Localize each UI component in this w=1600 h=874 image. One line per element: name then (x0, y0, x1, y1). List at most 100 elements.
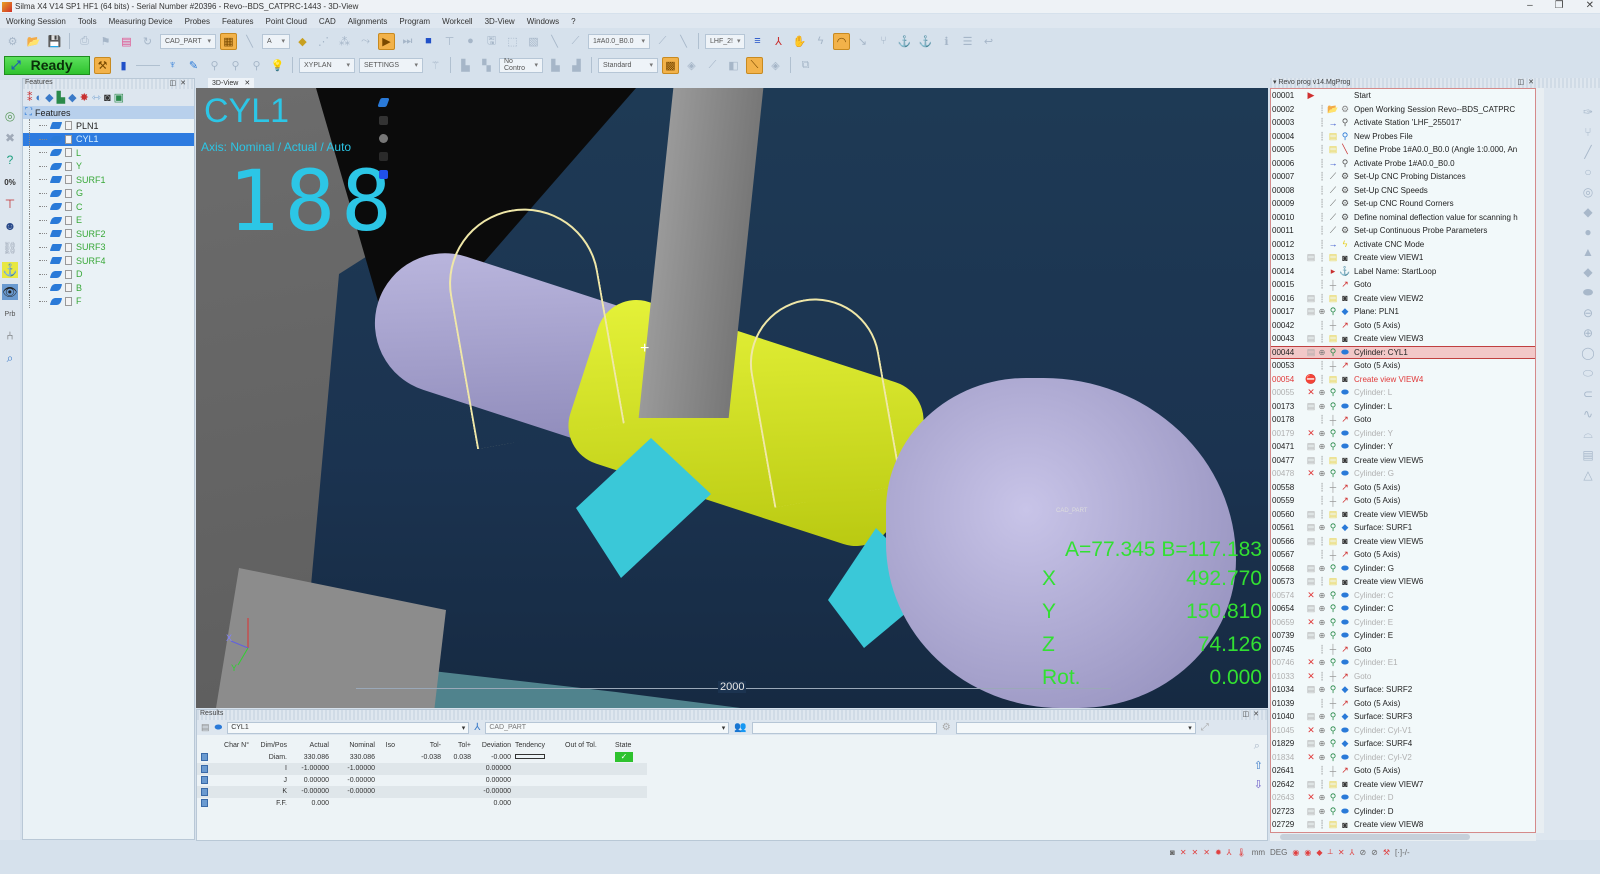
column-header[interactable]: Iso (377, 742, 397, 749)
status-alignment-icon[interactable]: ⅄ (1350, 848, 1355, 857)
probe-head-icon[interactable]: ♆ (164, 57, 181, 74)
variable-icon[interactable]: ℹ (938, 33, 955, 50)
expand-toggle-icon[interactable]: ⊕ (1317, 388, 1327, 397)
menu-item[interactable]: Features (222, 17, 254, 26)
program-line[interactable]: 00567 ┊ ┼ ↗ Goto (5 Axis) (1271, 548, 1535, 562)
expand-icon[interactable]: ⤢ (1201, 722, 1209, 733)
column-header[interactable]: Tendency (513, 742, 563, 749)
probe-angle-icon[interactable]: ⟋ (654, 33, 671, 50)
feature-tree-item[interactable]: PLN1 (23, 119, 194, 133)
anchor-loop-icon[interactable]: ⚓ (917, 33, 934, 50)
probe-change-icon[interactable]: ⚒ (94, 56, 111, 74)
zoom-view-icon[interactable]: ⌕ (2, 350, 18, 366)
pin-icon[interactable]: ◫ (1518, 79, 1529, 86)
scrollbar-thumb[interactable] (1280, 834, 1470, 840)
program-line[interactable]: 00006 ┊ → ⚲ Activate Probe 1#A0.0_B0.0 (1271, 157, 1535, 171)
filter-select-2[interactable]: ▾ (955, 721, 1196, 734)
standard-combo[interactable]: Standard ▾ (598, 57, 658, 73)
subprogram-icon[interactable]: ↩ (980, 33, 997, 50)
branch-tool-icon[interactable]: ⑂ (1584, 125, 1591, 139)
probe-icon[interactable] (379, 116, 388, 125)
program-line[interactable]: 00560 ▤ ┊ ▤ ◙ Create view VIEW5b (1271, 508, 1535, 522)
results-row[interactable]: I -1.00000 -1.00000 0.00000 (197, 763, 647, 775)
step-icon[interactable] (379, 152, 388, 161)
new-icon[interactable]: ⚙ (4, 33, 21, 50)
feature-tree-item[interactable]: D (23, 267, 194, 282)
status-probe-icon[interactable]: ◙ (1170, 848, 1175, 857)
speed-slider-track[interactable] (136, 64, 160, 66)
control-combo[interactable]: No Contro ▾ (499, 57, 543, 73)
status-stylus-icon[interactable]: ⟂ (1328, 847, 1333, 857)
anchor-icon[interactable]: ⚓ (896, 33, 913, 50)
texture-icon[interactable]: ▩ (662, 56, 679, 74)
pin-icon[interactable]: ◫ (1243, 711, 1254, 718)
program-line[interactable]: 01034 ▤ ⊕ ⚲ ◆ Surface: SURF2 (1271, 683, 1535, 697)
surface-mesh-icon[interactable]: ▦ (220, 32, 237, 50)
expand-toggle-icon[interactable]: ⊕ (1317, 753, 1327, 762)
program-line[interactable]: 00477 ▤ ┊ ▤ ◙ Create view VIEW5 (1271, 454, 1535, 468)
menu-item[interactable]: Tools (78, 17, 97, 26)
cube-icon[interactable]: ◈ (683, 57, 700, 74)
feature-tree-item[interactable]: SURF3 (23, 240, 194, 255)
feature-tree-item[interactable]: CYL1 (23, 132, 194, 146)
expand-toggle-icon[interactable]: ⊕ (1317, 307, 1327, 316)
program-line[interactable]: 00044 ▤ ⊕ ⚲ ⬬ Cylinder: CYL1 (1271, 345, 1535, 359)
expand-toggle-icon[interactable]: ⊕ (1317, 739, 1327, 748)
expand-toggle-icon[interactable]: ⊕ (1317, 618, 1327, 627)
column-header[interactable]: Nominal (331, 742, 377, 749)
expand-toggle-icon[interactable]: ⊕ (1317, 348, 1327, 357)
report-row-icon[interactable] (201, 799, 208, 808)
program-line[interactable]: 00003 ┊ → ⚲ Activate Station 'LHF_255017' (1271, 116, 1535, 130)
menu-item[interactable]: Workcell (442, 17, 473, 26)
column-header[interactable]: State (613, 742, 635, 749)
program-vertical-scrollbar[interactable] (1536, 88, 1544, 833)
program-line[interactable]: 00005 ┊ ▤ ╲ Define Probe 1#A0.0_B0.0 (Angle … (1271, 143, 1535, 157)
column-header[interactable]: Actual (289, 742, 331, 749)
slider-handle[interactable]: ▮ (115, 57, 132, 74)
program-line[interactable]: 00739 ▤ ⊕ ⚲ ⬬ Cylinder: E (1271, 629, 1535, 643)
program-line[interactable]: 00009 ┊ ⟋ ⚙ Set-up CNC Round Corners (1271, 197, 1535, 211)
route-icon[interactable]: ↘ (854, 33, 871, 50)
results-row[interactable]: K -0.00000 -0.00000 -0.00000 (197, 786, 647, 798)
gauge-icon[interactable]: ◠ (833, 32, 850, 50)
lightbulb-icon[interactable]: 💡 (269, 57, 286, 74)
report-save-icon[interactable]: ▚ (478, 57, 495, 74)
target-icon[interactable]: ◎ (2, 108, 18, 124)
probe-tool-icon[interactable]: ╲ (241, 33, 258, 50)
program-line[interactable]: 00001 ▶ Start (1271, 89, 1535, 103)
program-line[interactable]: 00014 ┊ ▸ ⚓ Label Name: StartLoop (1271, 265, 1535, 279)
program-line[interactable]: 00573 ▤ ┊ ▤ ◙ Create view VIEW6 (1271, 575, 1535, 589)
feature-tree-item[interactable]: SURF1 (23, 173, 194, 187)
plane-feature-icon[interactable]: ◆ (68, 91, 76, 104)
curve-tool-icon[interactable]: ∿ (1583, 407, 1593, 421)
histogram-icon[interactable]: ▙ (547, 57, 564, 74)
probe-stand-icon[interactable]: ⊤ (2, 196, 18, 212)
column-header[interactable]: Tol+ (443, 742, 473, 749)
program-line[interactable]: 00054 ⛔ ┊ ▤ ◙ Create view VIEW4 (1271, 373, 1535, 387)
expand-toggle-icon[interactable]: ⊕ (1317, 429, 1327, 438)
on-off-icon[interactable] (379, 134, 388, 143)
feature-tree-item[interactable]: F (23, 294, 194, 309)
list-icon[interactable]: ☰ (959, 33, 976, 50)
menu-item[interactable]: Alignments (348, 17, 388, 26)
pin-icon[interactable]: ◫ (170, 80, 181, 87)
arrow-up-icon[interactable]: ⇧ (1254, 759, 1263, 772)
column-header[interactable]: Tol- (397, 742, 443, 749)
station-combo[interactable]: LHF_2! ▾ (705, 33, 745, 49)
box-tool-icon[interactable]: ▤ (1582, 448, 1593, 462)
program-line[interactable]: 02723 ▤ ⊕ ⚲ ⬬ Cylinder: D (1271, 805, 1535, 819)
plus-tool-icon[interactable]: ⊕ (1583, 326, 1593, 340)
angle-units[interactable]: DEG (1270, 848, 1287, 857)
status-sensor-icon[interactable]: ✹ (1215, 848, 1222, 857)
program-line[interactable]: 00559 ┊ ┼ ↗ Goto (5 Axis) (1271, 494, 1535, 508)
report-row-icon[interactable] (201, 753, 208, 762)
report-row-icon[interactable] (201, 776, 208, 785)
zoom-icon[interactable]: ⌕ (1254, 740, 1263, 753)
record-button[interactable]: ● (462, 33, 479, 50)
wand-icon[interactable]: ⚚ (427, 57, 444, 74)
ruler-icon[interactable]: ⟍ (746, 56, 763, 74)
expand-toggle-icon[interactable]: ⊕ (1317, 631, 1327, 640)
status-x-icon[interactable]: ✕ (1192, 848, 1199, 857)
feature-tree-item[interactable]: Y (23, 159, 194, 174)
flag-icon[interactable]: ⚑ (97, 33, 114, 50)
